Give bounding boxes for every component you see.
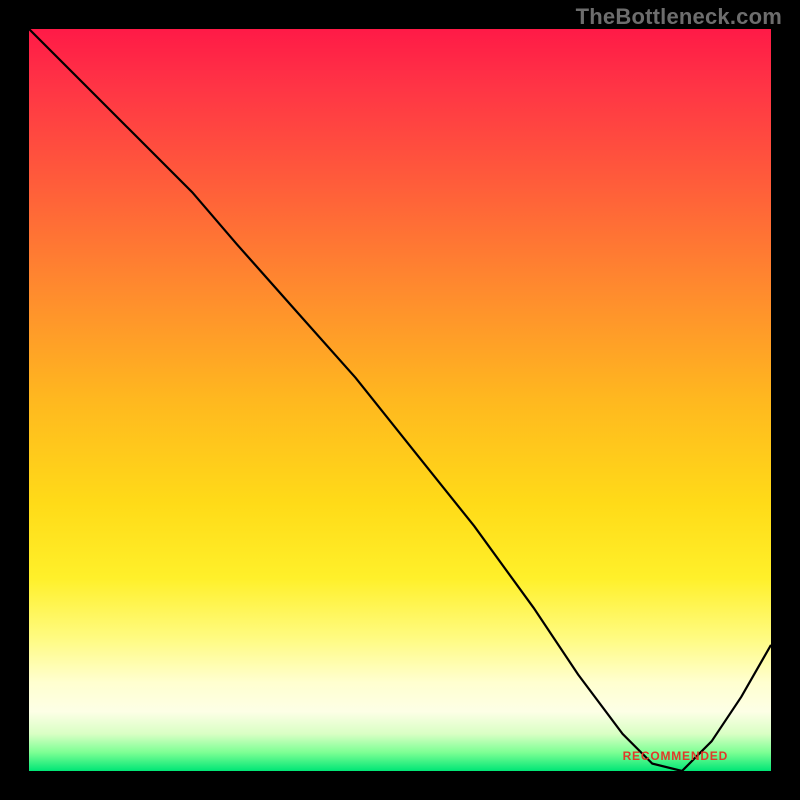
bottleneck-curve	[29, 29, 771, 771]
plot-area: RECOMMENDED	[29, 29, 771, 771]
curve-overlay: RECOMMENDED	[29, 29, 771, 771]
chart-root: TheBottleneck.com RECOMMENDED	[0, 0, 800, 800]
attribution-text: TheBottleneck.com	[576, 4, 782, 30]
recommended-label: RECOMMENDED	[623, 749, 728, 763]
